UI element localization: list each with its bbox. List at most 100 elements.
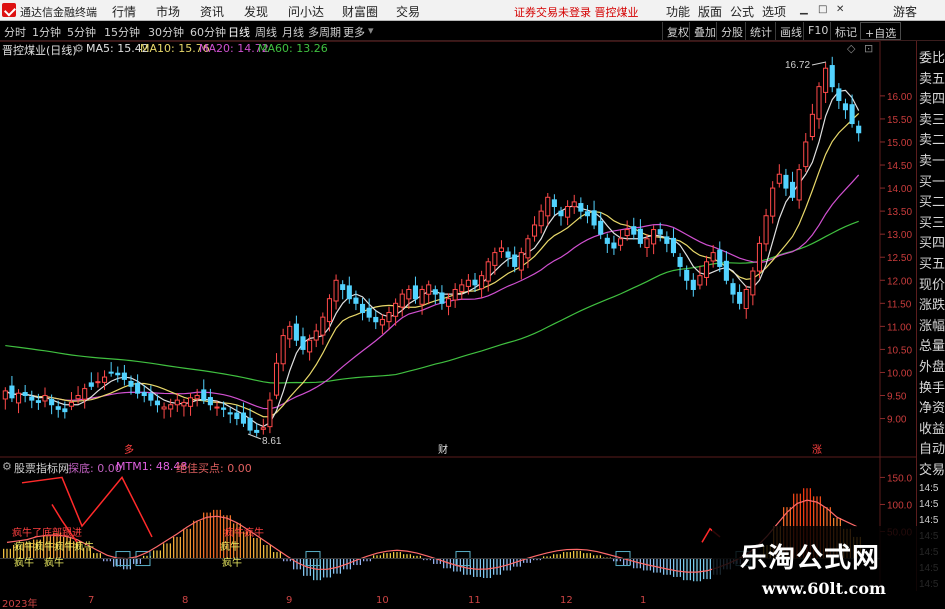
menu-item-discover[interactable]: 发现 [244,3,268,20]
price-tick-label: 15.50 [887,115,912,126]
trade-login-notice[interactable]: 证券交易未登录 晋控煤业 [514,4,639,20]
event-marker-3[interactable]: 涨 [812,444,822,456]
menu-item-options[interactable]: 选项 [762,3,786,20]
candle-body [492,252,498,266]
app-logo-icon [2,3,16,17]
event-marker-2[interactable]: 财 [438,443,448,456]
candle-body [29,396,35,401]
candle-body [558,210,564,217]
menu-item-assistant[interactable]: 问小达 [288,3,324,20]
indicator-signal-label: 疯牛 [220,540,240,553]
candle-body [717,249,723,267]
menu-item-formula[interactable]: 公式 [730,3,754,20]
candle-body [789,181,796,198]
candle-body [320,316,326,336]
date-tick: 8 [182,595,189,606]
candle-body [300,336,306,350]
quote-field-label: 买一 [919,174,945,190]
candle-body [856,125,862,134]
candle-body [836,88,842,101]
tab-timeframe-5min[interactable]: 5分钟 [67,24,96,40]
split-stock-button[interactable]: 分股 [716,22,747,40]
candle-body [651,229,657,245]
menu-item-function[interactable]: 功能 [666,3,690,20]
tab-timeframe-intraday[interactable]: 分时 [4,24,26,40]
candle-body [115,372,121,376]
trade-time-label: 14:5 [919,483,939,494]
candle-body [498,247,505,253]
menu-item-layout[interactable]: 版面 [698,3,722,20]
candle-body [240,412,247,424]
tab-timeframe-15min[interactable]: 15分钟 [104,24,140,40]
candle-body [366,307,372,318]
candle-body [187,397,194,407]
candle-body [221,407,227,410]
candle-body [181,401,187,407]
menu-item-news[interactable]: 资讯 [200,3,224,20]
add-watchlist-button[interactable]: +自选 [860,22,902,40]
candle-body [75,395,81,400]
price-tick-label: 13.50 [887,207,912,218]
user-guest[interactable]: 游客 [893,3,917,20]
f10-button[interactable]: F10 [803,22,832,40]
menu-item-wealth[interactable]: 财富圈 [342,3,378,20]
settings-gear-icon[interactable]: ⚙ [2,460,12,473]
maximize-icon[interactable]: □ [818,4,827,15]
site-watermark: 乐淘公式网 www.60lt.com [712,526,945,609]
watermark-url: www.60lt.com [762,579,886,598]
candle-body [756,242,763,272]
tab-timeframe-weekly[interactable]: 周线 [255,24,277,40]
tab-timeframe-60min[interactable]: 60分钟 [190,24,226,40]
candle-body [307,339,313,353]
tab-timeframe-multi[interactable]: 多周期 [308,24,341,40]
statistics-button[interactable]: 统计 [745,22,776,40]
close-icon[interactable]: ✕ [836,4,844,15]
app-title: 通达信金融终端 [20,6,97,19]
candle-body [445,298,452,307]
price-tick-label: 9.00 [887,415,907,426]
tab-timeframe-more[interactable]: 更多 [343,24,365,40]
draw-line-button[interactable]: 画线 [775,22,806,40]
event-marker-1[interactable]: 多 [124,443,134,456]
candle-body [459,284,465,292]
candle-body [201,389,207,401]
candle-body [816,86,822,120]
indicator-info: ⚙ 股票指标网 探底: 0.00 MTM1: 48.48 绝佳买点: 0.00 [0,460,870,476]
date-tick: 7 [88,595,95,606]
candle-body [598,220,604,235]
minimize-icon[interactable]: ▁ [800,4,808,15]
stock-title[interactable]: 晋控煤业(日线) [2,42,77,58]
candle-body [670,237,677,254]
candle-body [88,382,94,387]
menu-bar: 通达信金融终端 行情 市场 资讯 发现 问小达 财富圈 交易 证券交易未登录 晋… [0,0,945,21]
settings-gear-icon[interactable]: ⚙ [74,42,84,55]
candle-body [770,187,776,217]
candle-body [280,335,286,365]
price-tick-label: 12.50 [887,253,912,264]
candle-body [518,252,524,271]
chevron-down-icon[interactable]: ▾ [368,24,374,37]
menu-item-quotes[interactable]: 行情 [112,3,136,20]
candle-body [796,169,802,201]
indicator-title[interactable]: 股票指标网 [14,460,69,476]
candle-body [174,399,180,406]
candle-body [637,228,643,244]
candle-body [419,288,425,305]
tab-timeframe-daily[interactable]: 日线 [228,24,250,40]
price-tick-label: 16.00 [887,92,912,103]
candle-body [326,298,333,323]
main-candlestick-chart[interactable]: 16.00 15.50 15.00 14.50 14.00 13.50 13.00 12.50… [0,41,916,458]
menu-item-market[interactable]: 市场 [156,3,180,20]
candle-body [227,412,233,415]
candle-body [525,238,531,259]
tab-timeframe-monthly[interactable]: 月线 [282,24,304,40]
menu-item-trade[interactable]: 交易 [396,3,420,20]
candle-body [379,318,385,326]
candle-body [439,292,445,304]
candle-body [565,206,571,218]
main-chart-info: 晋控煤业(日线) ⚙ MA5: 15.42 MA10: 15.76 MA20: … [0,42,870,58]
candle-body [168,404,174,410]
mark-button[interactable]: 标记 [830,22,861,40]
tab-timeframe-30min[interactable]: 30分钟 [148,24,184,40]
tab-timeframe-1min[interactable]: 1分钟 [32,24,61,40]
